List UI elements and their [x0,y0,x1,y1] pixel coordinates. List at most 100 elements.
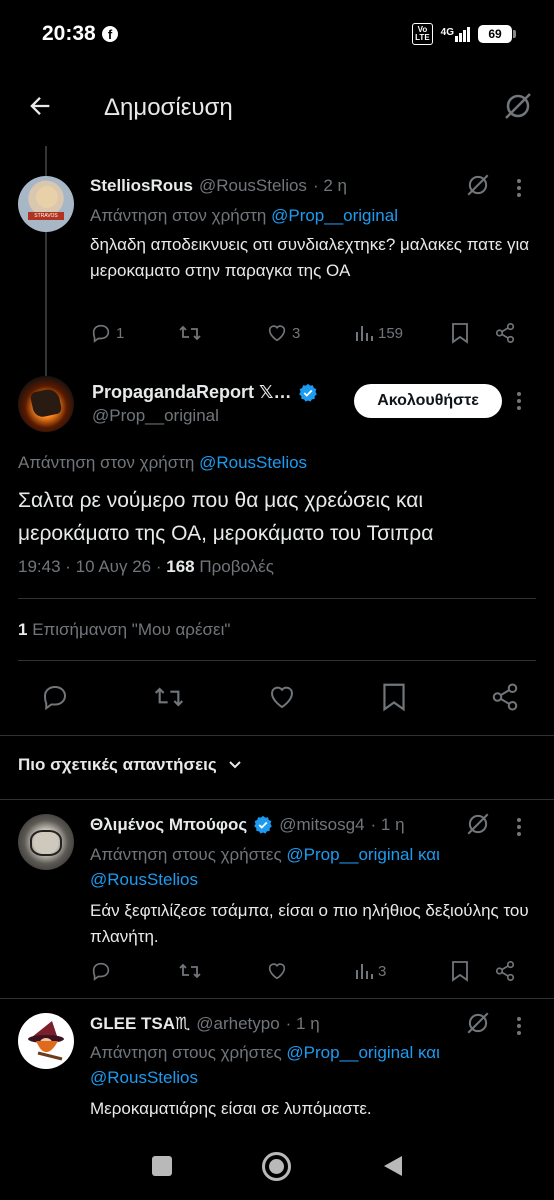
reply-button[interactable]: 1 [90,322,178,344]
reply-prefix: Απάντηση στους χρήστες [90,845,282,864]
more-button[interactable] [516,1016,522,1036]
more-vertical-icon [517,179,521,197]
bookmark-button[interactable] [450,960,494,982]
arrow-left-icon [30,97,50,115]
like-button[interactable] [267,682,297,712]
author-name[interactable]: PropagandaReport 𝕏… [92,382,292,403]
avatar[interactable] [18,814,74,870]
grok-button[interactable] [502,90,534,122]
grok-icon [467,813,489,835]
tweet-actions: 3 [90,960,530,982]
author-name[interactable]: GLEE TSA♏ [90,1014,190,1034]
share-icon [495,323,515,343]
page-title: Δημοσίευση [104,94,233,121]
retweet-button[interactable] [178,960,266,982]
more-button[interactable] [516,391,522,411]
likes-label: Επισήμανση "Μου αρέσει" [32,620,231,639]
divider [0,799,554,800]
share-button[interactable] [494,960,516,982]
views-icon [356,964,373,979]
grok-button[interactable] [465,1010,491,1036]
author-handle[interactable]: @RousStelios [199,176,307,196]
view-count: 3 [378,962,387,980]
reply-button[interactable] [40,682,70,712]
sort-label: Πιο σχετικές απαντήσεις [18,755,217,774]
author-handle[interactable]: @Prop__original [92,406,219,426]
more-vertical-icon [517,1017,521,1035]
reply-context: Απάντηση στους χρήστες @Prop__original κ… [90,1040,530,1090]
verified-badge-icon [298,383,317,402]
like-button[interactable] [266,960,354,982]
tweet-text: Σαλτα ρε νούμερο που θα μας χρεώσεις και… [18,489,434,545]
status-right-cluster: Vo LTE 4G 69 [412,23,516,45]
divider [18,660,536,661]
reply-mention[interactable]: @Prop__original [271,206,398,225]
likes-summary[interactable]: 1 Επισήμανση "Μου αρέσει" [18,620,230,640]
facebook-notification-icon: f [102,26,118,42]
avatar-caption: STRAVOS [28,212,64,220]
grok-button[interactable] [465,811,491,837]
sort-replies-button[interactable]: Πιο σχετικές απαντήσεις [18,755,243,775]
divider [0,735,554,736]
heart-icon [268,963,286,980]
retweet-icon [154,687,183,707]
retweet-button[interactable] [178,322,266,344]
grok-icon [505,93,531,119]
views-count: 168 [166,557,195,576]
reply-context: Απάντηση στους χρήστες @Prop__original κ… [90,842,530,892]
avatar[interactable] [18,1013,74,1069]
status-bar: 20:38 f Vo LTE 4G 69 [0,0,554,70]
system-nav-bar [0,1140,554,1200]
reply-prefix: Απάντηση στον χρήστη [90,206,267,225]
views-label: Προβολές [199,557,274,576]
like-count: 3 [292,324,301,342]
more-button[interactable] [516,178,522,198]
back-nav-button[interactable] [382,1154,404,1178]
bookmark-button[interactable] [450,322,494,344]
follow-button[interactable]: Ακολουθήστε [354,384,502,418]
tweet-header: Θλιμένος Μπούφος @mitsosg4 · 1 η [90,815,405,835]
divider [0,998,554,999]
view-count: 159 [378,324,404,342]
author-name[interactable]: StelliosRous [90,176,193,196]
reply-context: Απάντηση στον χρήστη @RousStelios [18,450,307,475]
battery-icon: 69 [478,25,516,43]
views-icon [356,326,373,341]
reply-button[interactable] [90,960,178,982]
tweet-timestamp[interactable]: 19:43 · 10 Αυγ 26 · [18,557,162,576]
share-icon [495,961,515,981]
grok-button[interactable] [465,172,491,198]
avatar[interactable] [18,376,74,432]
chevron-down-icon [229,761,241,769]
bookmark-button[interactable] [380,682,408,712]
like-button[interactable]: 3 [266,322,354,344]
reply-mention[interactable]: @Prop__original και [286,1043,440,1062]
share-button[interactable] [494,322,516,344]
views-button[interactable]: 159 [354,323,450,343]
reply-mention[interactable]: @RousStelios [199,453,307,472]
reply-prefix: Απάντηση στους χρήστες [90,1043,282,1062]
tweet-text: δηλαδη αποδεικνυεις οτι συνδιαλεχτηκε? μ… [90,235,530,280]
reply-icon [92,324,110,343]
back-button[interactable] [26,92,54,120]
views-button[interactable]: 3 [354,961,450,981]
home-button[interactable] [262,1152,291,1181]
reply-mention[interactable]: @RousStelios [90,870,198,889]
avatar[interactable]: STRAVOS [18,176,74,232]
reply-mention[interactable]: @RousStelios [90,1068,198,1087]
recent-apps-button[interactable] [152,1156,172,1176]
author-name[interactable]: Θλιμένος Μπούφος [90,815,247,835]
tweet-time: · 1 η [285,1014,320,1033]
reply-mention[interactable]: @Prop__original και [286,845,440,864]
heart-icon [270,686,294,709]
bookmark-icon [382,683,405,712]
signal-icon: 4G [441,26,470,42]
tweet-time: · 2 η [312,176,347,195]
heart-icon [268,325,286,342]
author-handle[interactable]: @mitsosg4 [279,815,364,835]
share-button[interactable] [490,682,520,712]
author-handle[interactable]: @arhetypo [196,1014,279,1034]
more-button[interactable] [516,817,522,837]
divider [18,598,536,599]
retweet-button[interactable] [153,682,185,712]
